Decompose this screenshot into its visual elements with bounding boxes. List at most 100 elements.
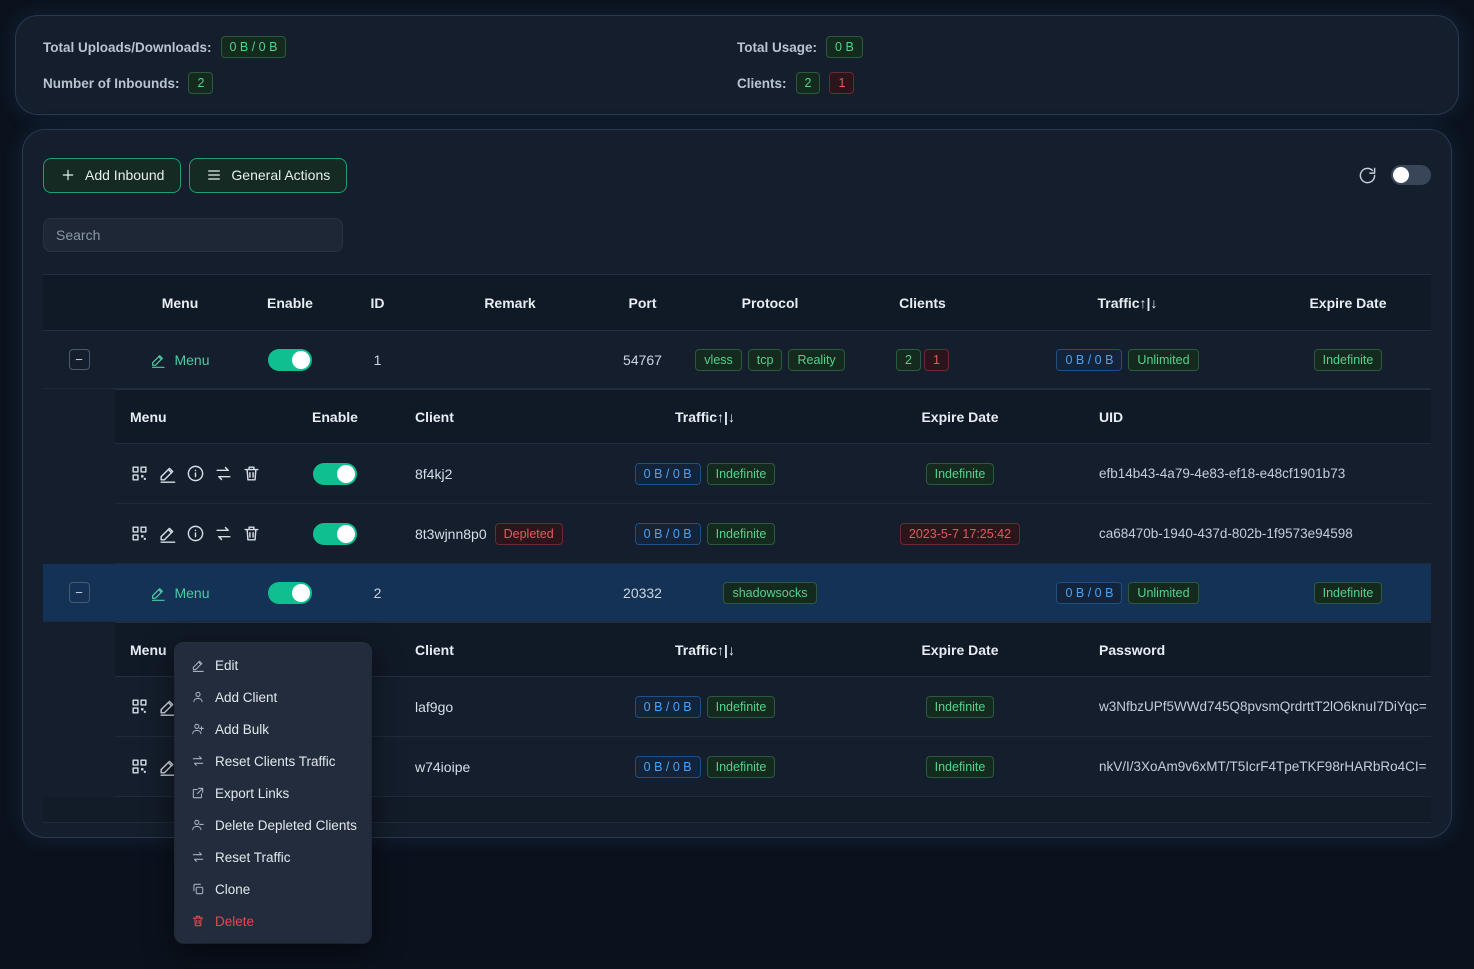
protocol-tag-tcp: tcp	[748, 349, 783, 371]
traffic-value-badge: 0 B / 0 B	[635, 523, 701, 545]
stat-number-inbounds-value: 2	[188, 72, 213, 94]
inbound-2-menu-button[interactable]: Menu	[150, 585, 209, 601]
general-actions-button[interactable]: General Actions	[189, 158, 347, 193]
edit-icon	[191, 658, 205, 672]
client-header-expire: Expire Date	[845, 390, 1075, 443]
inbound-row-2[interactable]: Menu 2 20332 shadowsocks 0 B / 0 B Unlim…	[43, 564, 1431, 622]
inbound-2-enable-cell	[245, 564, 335, 621]
refresh-icon[interactable]	[1358, 166, 1377, 185]
inbound-2-traffic-cell: 0 B / 0 B Unlimited	[990, 564, 1265, 621]
traffic-limit-badge: Unlimited	[1128, 349, 1198, 371]
delete-client-icon[interactable]	[242, 524, 261, 543]
expire-badge: Indefinite	[926, 696, 995, 718]
inbound-1-enable-toggle[interactable]	[268, 349, 312, 371]
menu-item-delete-depleted-clients[interactable]: Delete Depleted Clients	[175, 809, 371, 841]
delete-client-icon[interactable]	[242, 464, 261, 483]
client-name: w74ioipe	[375, 737, 565, 796]
toggle-knob	[337, 465, 355, 483]
reset-traffic-icon[interactable]	[214, 524, 233, 543]
info-icon[interactable]	[186, 464, 205, 483]
client-expire-cell: Indefinite	[845, 737, 1075, 796]
client-enable-cell	[295, 504, 375, 563]
client-header-expire: Expire Date	[845, 623, 1075, 676]
toggle-knob	[292, 584, 310, 602]
reset-traffic-icon[interactable]	[214, 464, 233, 483]
header-port: Port	[600, 275, 685, 330]
client-expire-cell: Indefinite	[845, 444, 1075, 503]
header-remark: Remark	[420, 275, 600, 330]
menu-item-label: Edit	[215, 658, 238, 673]
stat-total-usage-label: Total Usage:	[737, 40, 817, 55]
client-header-client: Client	[375, 390, 565, 443]
menu-item-clone[interactable]: Clone	[175, 873, 371, 905]
client-enable-toggle[interactable]	[313, 523, 357, 545]
inbound-2-enable-toggle[interactable]	[268, 582, 312, 604]
qr-code-icon[interactable]	[130, 757, 149, 776]
reset-icon	[191, 754, 205, 768]
inbound-2-expand-cell	[43, 564, 115, 621]
client-header-enable: Enable	[295, 390, 375, 443]
client-header-traffic-sort[interactable]: Traffic↑|↓	[565, 623, 845, 676]
info-icon[interactable]	[186, 524, 205, 543]
toggle-knob	[292, 351, 310, 369]
traffic-value-badge: 0 B / 0 B	[635, 463, 701, 485]
menu-item-label: Delete	[215, 914, 254, 929]
traffic-limit-badge: Indefinite	[707, 463, 776, 485]
inbound-1-id: 1	[335, 331, 420, 388]
search-wrap	[43, 218, 1431, 252]
menu-item-add-bulk[interactable]: Add Bulk	[175, 713, 371, 745]
edit-client-icon[interactable]	[158, 464, 177, 483]
menu-item-export-links[interactable]: Export Links	[175, 777, 371, 809]
menu-item-edit[interactable]: Edit	[175, 649, 371, 681]
menu-item-label: Add Bulk	[215, 722, 269, 737]
edit-icon	[150, 585, 166, 601]
edit-client-icon[interactable]	[158, 524, 177, 543]
inbound-2-menu-cell: Menu	[115, 564, 245, 621]
collapse-inbound-2-button[interactable]	[69, 582, 90, 603]
menu-item-label: Export Links	[215, 786, 289, 801]
client-actions-cell	[115, 444, 295, 503]
qr-code-icon[interactable]	[130, 524, 149, 543]
plus-icon	[60, 167, 76, 183]
header-expire-date: Expire Date	[1265, 275, 1431, 330]
inbound-row-1[interactable]: Menu 1 54767 vless tcp Reality 2 1	[43, 331, 1431, 389]
qr-code-icon[interactable]	[130, 697, 149, 716]
menu-item-delete[interactable]: Delete	[175, 905, 371, 937]
client-actions-cell	[115, 504, 295, 563]
client-header-traffic-sort[interactable]: Traffic↑|↓	[565, 390, 845, 443]
client-enable-toggle[interactable]	[313, 463, 357, 485]
toggle-knob	[337, 525, 355, 543]
menu-item-add-client[interactable]: Add Client	[175, 681, 371, 713]
traffic-value-badge: 0 B / 0 B	[635, 696, 701, 718]
menu-item-reset-clients-traffic[interactable]: Reset Clients Traffic	[175, 745, 371, 777]
expire-badge: Indefinite	[926, 756, 995, 778]
client-header-uid: UID	[1075, 390, 1431, 443]
search-input[interactable]	[43, 218, 343, 252]
header-traffic-sort[interactable]: Traffic↑|↓	[990, 275, 1265, 330]
qr-code-icon[interactable]	[130, 464, 149, 483]
inbound-2-menu-label: Menu	[174, 585, 209, 601]
client-header-client: Client	[375, 623, 565, 676]
theme-toggle[interactable]	[1391, 165, 1431, 185]
inbounds-table-header: Menu Enable ID Remark Port Protocol Clie…	[43, 274, 1431, 331]
add-inbound-button[interactable]: Add Inbound	[43, 158, 181, 193]
menu-item-reset-traffic[interactable]: Reset Traffic	[175, 841, 371, 873]
collapse-inbound-1-button[interactable]	[69, 349, 90, 370]
theme-toggle-knob	[1393, 167, 1409, 183]
stat-clients: Clients: 2 1	[737, 72, 1431, 94]
header-protocol: Protocol	[685, 275, 855, 330]
client-traffic-cell: 0 B / 0 B Indefinite	[565, 504, 845, 563]
stat-total-uploads-label: Total Uploads/Downloads:	[43, 40, 212, 55]
stats-grid: Total Uploads/Downloads: 0 B / 0 B Total…	[43, 36, 1431, 94]
menu-item-label: Reset Traffic	[215, 850, 291, 865]
menu-item-label: Add Client	[215, 690, 277, 705]
inbound-1-menu-button[interactable]: Menu	[150, 352, 209, 368]
client-expire-cell: Indefinite	[845, 677, 1075, 736]
header-enable: Enable	[245, 275, 335, 330]
general-actions-label: General Actions	[231, 167, 330, 183]
inbound-2-port: 20332	[600, 564, 685, 621]
traffic-limit-badge: Indefinite	[707, 523, 776, 545]
stat-total-usage-value: 0 B	[826, 36, 863, 58]
client-table-inbound-1: Menu Enable Client Traffic↑|↓ Expire Dat…	[115, 389, 1431, 564]
inbound-1-port: 54767	[600, 331, 685, 388]
